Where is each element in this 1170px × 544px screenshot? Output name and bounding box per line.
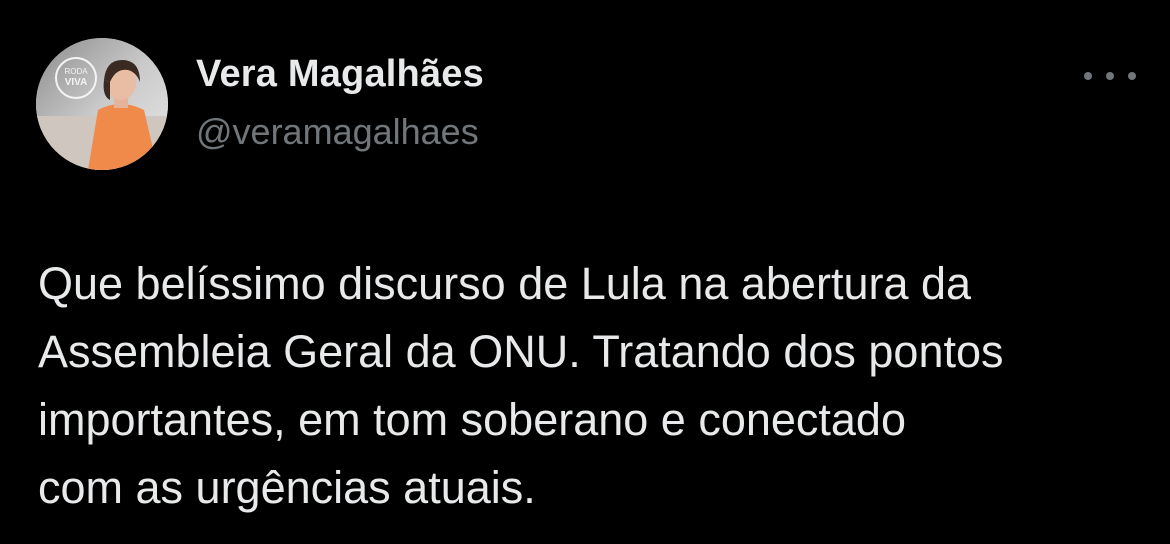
more-dot xyxy=(1084,72,1092,80)
tweet-text: Que belíssimo discurso de Lula na abertu… xyxy=(38,258,1004,513)
author-display-name[interactable]: Vera Magalhães xyxy=(196,52,484,98)
tweet: RODA VIVA Vera Magalhães @veramagalhaes … xyxy=(0,0,1170,544)
more-horizontal-icon[interactable] xyxy=(1080,58,1140,94)
more-dot xyxy=(1106,72,1114,80)
more-dot xyxy=(1128,72,1136,80)
avatar[interactable]: RODA VIVA xyxy=(36,38,168,170)
avatar-logo-text-bottom: VIVA xyxy=(65,77,88,88)
avatar-logo-text-top: RODA xyxy=(64,67,88,76)
author-handle[interactable]: @veramagalhaes xyxy=(196,110,479,153)
avatar-image: RODA VIVA xyxy=(36,38,168,170)
